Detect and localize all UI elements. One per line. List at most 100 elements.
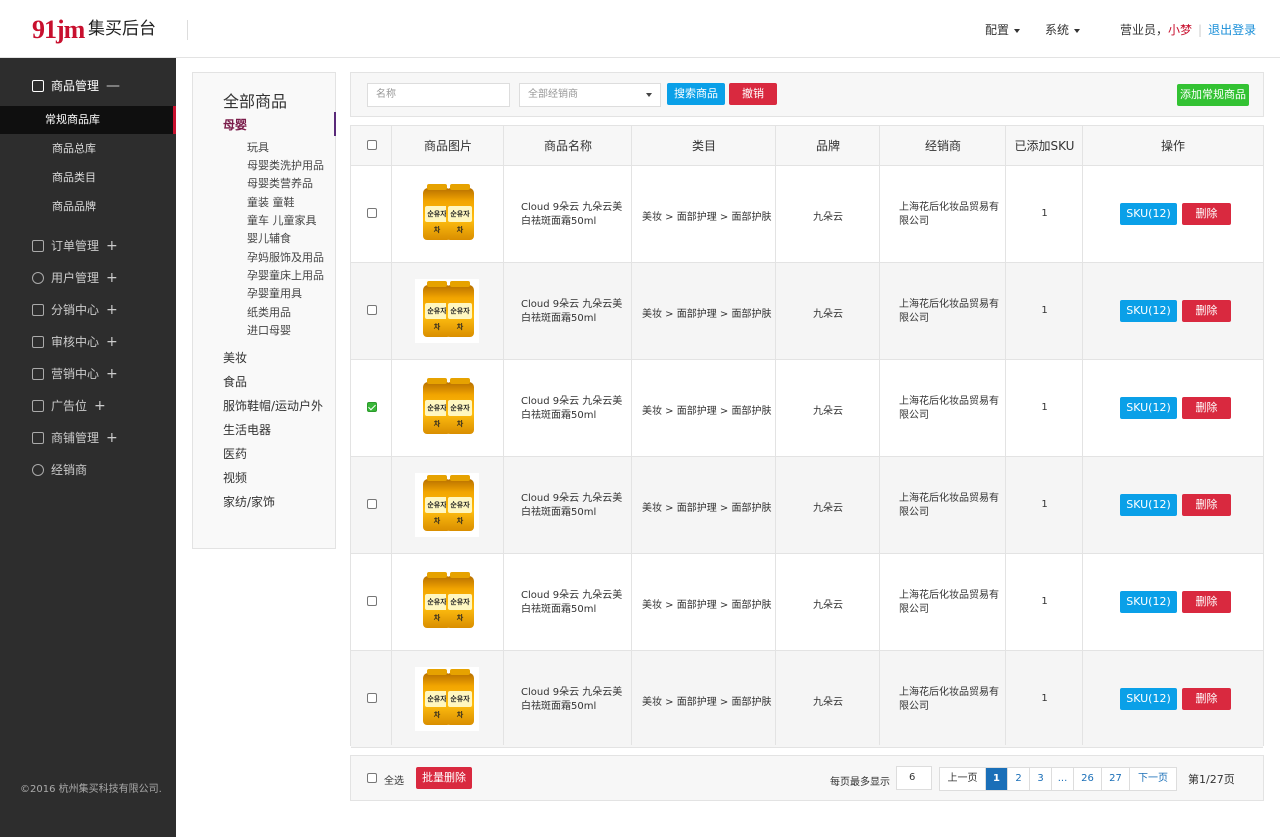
add-product-button[interactable]: 添加常规商品 — [1177, 84, 1249, 106]
sku-button[interactable]: SKU(12) — [1120, 591, 1177, 613]
subcategory-item[interactable]: 母婴类洗护用品 — [247, 157, 324, 173]
user-separator: | — [1198, 23, 1203, 37]
user-name[interactable]: 小梦 — [1168, 23, 1192, 37]
category-item[interactable]: 医药 — [223, 445, 247, 462]
subcategory-item[interactable]: 纸类用品 — [247, 304, 291, 320]
logout-link[interactable]: 退出登录 — [1208, 23, 1256, 37]
sidebar-group-audit[interactable]: 审核中心 + — [32, 334, 118, 350]
delete-button[interactable]: 删除 — [1182, 300, 1231, 322]
subcategory-item[interactable]: 童装 童鞋 — [247, 194, 295, 210]
sku-button[interactable]: SKU(12) — [1120, 203, 1177, 225]
sidebar-group-distribution[interactable]: 分销中心 + — [32, 302, 118, 318]
category-item[interactable]: 视频 — [223, 469, 247, 486]
name-search-input[interactable]: 名称 — [367, 83, 510, 107]
header-checkbox[interactable] — [367, 140, 377, 150]
sidebar-item-regular-library[interactable]: 常规商品库 — [0, 106, 176, 134]
sidebar-group-label: 审核中心 — [51, 335, 100, 349]
sku-count: 1 — [1041, 305, 1048, 316]
jar-image: 순유자차 — [446, 281, 474, 337]
delete-button[interactable]: 删除 — [1182, 397, 1231, 419]
row-checkbox[interactable] — [367, 208, 377, 218]
category-title[interactable]: 全部商品 — [223, 88, 287, 112]
delete-button[interactable]: 删除 — [1182, 688, 1231, 710]
per-page-input[interactable]: 6 — [896, 766, 932, 790]
collapse-icon: — — [106, 78, 121, 94]
sidebar-group-products[interactable]: 商品管理 — — [32, 78, 120, 94]
ad-icon — [32, 400, 44, 412]
table-row: 순유자차 순유자차 Cloud 9朵云 九朵云美白祛斑面霜50ml 美妆 > 面部护理… — [351, 166, 1263, 263]
column-header-brand: 品牌 — [815, 139, 840, 153]
category-item[interactable]: 生活电器 — [223, 421, 271, 438]
sidebar-group-orders[interactable]: 订单管理 + — [32, 238, 118, 254]
search-button[interactable]: 搜索商品 — [667, 83, 725, 105]
sidebar-item-product-brand[interactable]: 商品品牌 — [0, 193, 176, 221]
sidebar-item-product-category[interactable]: 商品类目 — [0, 164, 176, 192]
row-checkbox[interactable] — [367, 305, 377, 315]
column-header-dealer: 经销商 — [924, 139, 961, 153]
category-item-active[interactable]: 母婴 — [223, 116, 247, 133]
subcategory-item[interactable]: 婴儿辅食 — [247, 230, 291, 246]
sku-button[interactable]: SKU(12) — [1120, 397, 1177, 419]
row-checkbox[interactable] — [367, 402, 377, 412]
config-menu[interactable]: 配置 — [985, 23, 1021, 37]
product-category: 美妆 > 面部护理 > 面部护肤 — [642, 697, 772, 708]
subcategory-item[interactable]: 孕婴童床上用品 — [247, 267, 324, 283]
select-all-label[interactable]: 全选 — [384, 772, 404, 787]
column-divider — [391, 126, 392, 745]
sidebar-group-marketing[interactable]: 营销中心 + — [32, 366, 118, 382]
category-item[interactable]: 食品 — [223, 373, 247, 390]
product-category: 美妆 > 面部护理 > 面部护肤 — [642, 212, 772, 223]
page-button[interactable]: 3 — [1030, 768, 1052, 790]
delete-button[interactable]: 删除 — [1182, 203, 1231, 225]
chevron-down-icon — [1014, 28, 1021, 33]
delete-button[interactable]: 删除 — [1182, 494, 1231, 516]
delete-button[interactable]: 删除 — [1182, 591, 1231, 613]
product-thumbnail[interactable]: 순유자차 순유자차 — [415, 279, 479, 343]
bag-icon — [32, 80, 44, 92]
subcategory-item[interactable]: 进口母婴 — [247, 322, 291, 338]
select-all-checkbox[interactable] — [367, 773, 377, 783]
cancel-button[interactable]: 撤销 — [729, 83, 777, 105]
expand-icon: + — [106, 334, 118, 350]
subcategory-item[interactable]: 母婴类营养品 — [247, 175, 313, 191]
product-thumbnail[interactable]: 순유자차 순유자차 — [415, 182, 479, 246]
category-item[interactable]: 美妆 — [223, 349, 247, 366]
sidebar-group-label: 分销中心 — [51, 303, 100, 317]
sidebar-group-users[interactable]: 用户管理 + — [32, 270, 118, 286]
sidebar-group-shops[interactable]: 商铺管理 + — [32, 430, 118, 446]
sidebar-item-product-master[interactable]: 商品总库 — [0, 135, 176, 163]
dealer-select[interactable]: 全部经销商 — [519, 83, 661, 107]
sku-button[interactable]: SKU(12) — [1120, 688, 1177, 710]
product-thumbnail[interactable]: 순유자차 순유자차 — [415, 473, 479, 537]
page-button[interactable]: 1 — [986, 768, 1008, 790]
prev-page-button[interactable]: 上一页 — [940, 768, 986, 790]
sidebar-group-dealers[interactable]: 经销商 — [32, 462, 87, 478]
row-checkbox[interactable] — [367, 693, 377, 703]
sku-button[interactable]: SKU(12) — [1120, 300, 1177, 322]
product-thumbnail[interactable]: 순유자차 순유자차 — [415, 667, 479, 731]
product-thumbnail[interactable]: 순유자차 순유자차 — [415, 376, 479, 440]
batch-delete-button[interactable]: 批量删除 — [416, 767, 472, 789]
subcategory-item[interactable]: 孕妈服饰及用品 — [247, 249, 324, 265]
category-item[interactable]: 服饰鞋帽/运动户外 — [223, 397, 323, 414]
chevron-down-icon — [646, 93, 652, 97]
distribution-icon — [32, 304, 44, 316]
page-button[interactable]: 26 — [1074, 768, 1102, 790]
next-page-button[interactable]: 下一页 — [1130, 768, 1176, 790]
category-item[interactable]: 家纺/家饰 — [223, 493, 275, 510]
page-button[interactable]: 27 — [1102, 768, 1130, 790]
copyright: ©2016 杭州集买科技有限公司. — [20, 784, 162, 795]
row-checkbox[interactable] — [367, 499, 377, 509]
page-button[interactable]: 2 — [1008, 768, 1030, 790]
product-thumbnail[interactable]: 순유자차 순유자차 — [415, 570, 479, 634]
product-name: Cloud 9朵云 九朵云美白祛斑面霜50ml — [521, 687, 623, 712]
subcategory-item[interactable]: 玩具 — [247, 139, 269, 155]
system-menu[interactable]: 系统 — [1045, 23, 1081, 37]
sidebar-group-label: 用户管理 — [51, 271, 100, 285]
sku-button[interactable]: SKU(12) — [1120, 494, 1177, 516]
subcategory-item[interactable]: 童车 儿童家具 — [247, 212, 317, 228]
company-logo[interactable]: 91jm — [32, 17, 85, 43]
sidebar-group-ads[interactable]: 广告位 + — [32, 398, 106, 414]
row-checkbox[interactable] — [367, 596, 377, 606]
subcategory-item[interactable]: 孕婴童用具 — [247, 285, 302, 301]
